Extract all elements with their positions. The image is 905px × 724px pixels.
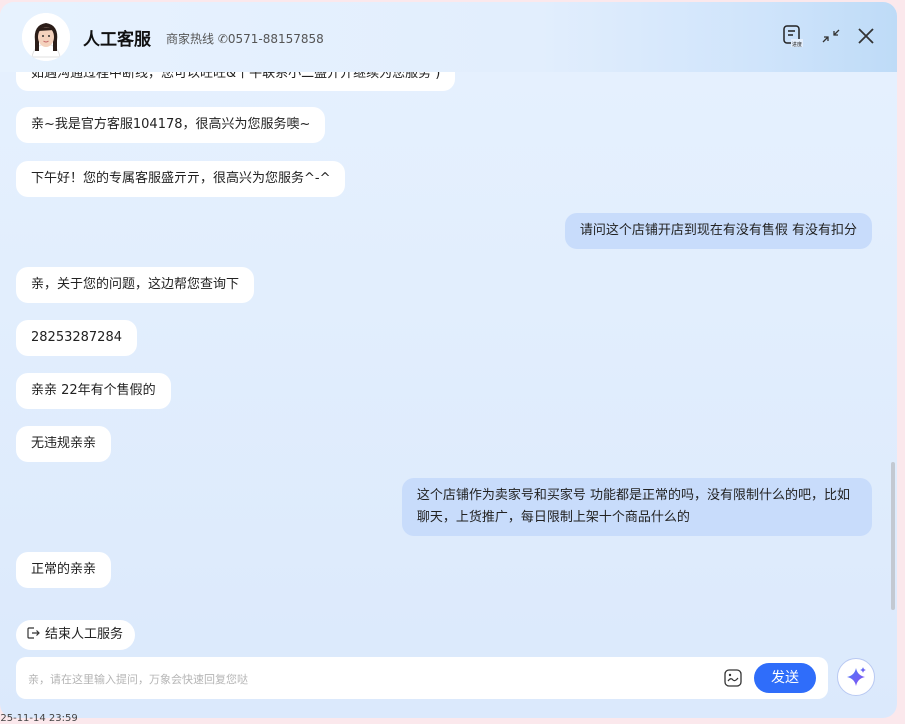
ticket-progress-icon[interactable]: 进度	[781, 24, 805, 48]
page-title: 人工客服	[83, 30, 151, 50]
sparkle-icon	[847, 667, 866, 686]
agent-message: 28253287284	[16, 320, 137, 356]
user-message: 请问这个店铺开店到现在有没有售假 有没有扣分	[564, 213, 872, 249]
agent-message: 正常的亲亲	[16, 552, 112, 588]
header: 人工客服 商家热线 ✆0571-88157858 进度	[0, 2, 897, 72]
message-input[interactable]	[26, 667, 720, 691]
agent-message: 亲~我是官方客服104178，很高兴为您服务噢~	[16, 107, 326, 143]
svg-text:进度: 进度	[792, 41, 802, 48]
scrollbar[interactable]	[891, 462, 895, 610]
end-service-button[interactable]: 结束人工服务	[16, 620, 136, 650]
timestamp: 025-11-14 23:59	[0, 713, 78, 724]
message-list[interactable]: 如遇沟通过程中断线，您可以旺旺&千牛联系小二盛亓亓继续为您服务 ) 亲~我是官方…	[0, 72, 889, 617]
agent-avatar	[22, 13, 70, 61]
user-message: 这个店铺作为卖家号和买家号 功能都是正常的吗，没有限制什么的吧，比如 聊天，上货…	[401, 478, 872, 536]
agent-message: 无违规亲亲	[16, 426, 112, 462]
minimize-icon[interactable]	[819, 24, 843, 48]
message-line: 这个店铺作为卖家号和买家号 功能都是正常的吗，没有限制什么的吧，比如	[416, 488, 850, 503]
exit-icon	[27, 627, 40, 639]
close-icon[interactable]	[854, 24, 878, 48]
agent-message: 亲亲 22年有个售假的	[16, 373, 171, 409]
image-upload-icon[interactable]	[724, 669, 742, 687]
agent-message: 亲，关于您的问题，这边帮您查询下	[16, 267, 255, 303]
hotline-text: 商家热线 ✆0571-88157858	[166, 32, 324, 46]
send-button[interactable]: 发送	[754, 663, 816, 693]
message-line: 聊天，上货推广，每日限制上架十个商品什么的	[416, 510, 690, 525]
agent-message: 下午好！您的专属客服盛亓亓，很高兴为您服务^-^	[16, 161, 346, 197]
chat-window: 人工客服 商家热线 ✆0571-88157858 进度 如遇沟通过程中断线，您可…	[0, 2, 897, 718]
ai-assistant-button[interactable]	[837, 658, 875, 696]
end-service-label: 结束人工服务	[45, 627, 124, 642]
input-bar: 发送	[16, 657, 828, 699]
agent-message: 如遇沟通过程中断线，您可以旺旺&千牛联系小二盛亓亓继续为您服务 )	[16, 72, 456, 91]
